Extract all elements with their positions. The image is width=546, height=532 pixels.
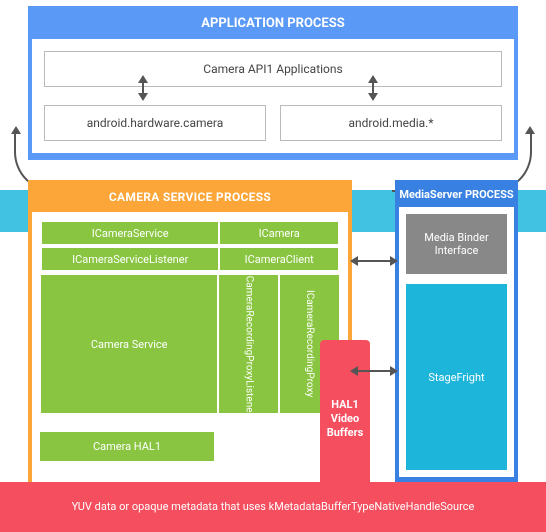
mediaserver-process-block: MediaServer PROCESS Media Binder Interfa… [395, 180, 518, 496]
stagefright-box: StageFright [406, 284, 507, 470]
icameraservicelistener-cell: ICameraServiceListener [41, 247, 219, 271]
camera-service-process-block: CAMERA SERVICE PROCESS ICameraService IC… [28, 180, 352, 496]
arrow-icon [356, 260, 392, 262]
camera-api1-applications-box: Camera API1 Applications [44, 51, 502, 87]
arrow-icon [372, 81, 374, 95]
camera-service-process-title: CAMERA SERVICE PROCESS [32, 184, 348, 212]
icameraclient-cell: ICameraClient [219, 247, 339, 271]
camera-service-process-inner: ICameraService ICamera ICameraServiceLis… [32, 212, 348, 486]
media-binder-interface-box: Media Binder Interface [406, 214, 507, 274]
arrow-icon [142, 81, 144, 95]
mediaserver-process-title: MediaServer PROCESS [399, 184, 514, 207]
camera-service-cell: Camera Service [40, 274, 218, 414]
irecording-proxy-listener-cell: ICameraRecordingProxyListener [218, 274, 279, 414]
yuv-note-banner: YUV data or opaque metadata that uses kM… [0, 482, 546, 532]
application-process-title: APPLICATION PROCESS [32, 10, 514, 39]
icameraservice-cell: ICameraService [41, 221, 219, 245]
mediaserver-process-inner: Media Binder Interface StageFright [399, 207, 514, 477]
camera-hal1-box: Camera HAL1 [40, 432, 214, 461]
icamera-cell: ICamera [219, 221, 339, 245]
arrow-icon [356, 370, 392, 372]
hal1-video-buffers-box: HAL1 Video Buffers [320, 340, 370, 498]
